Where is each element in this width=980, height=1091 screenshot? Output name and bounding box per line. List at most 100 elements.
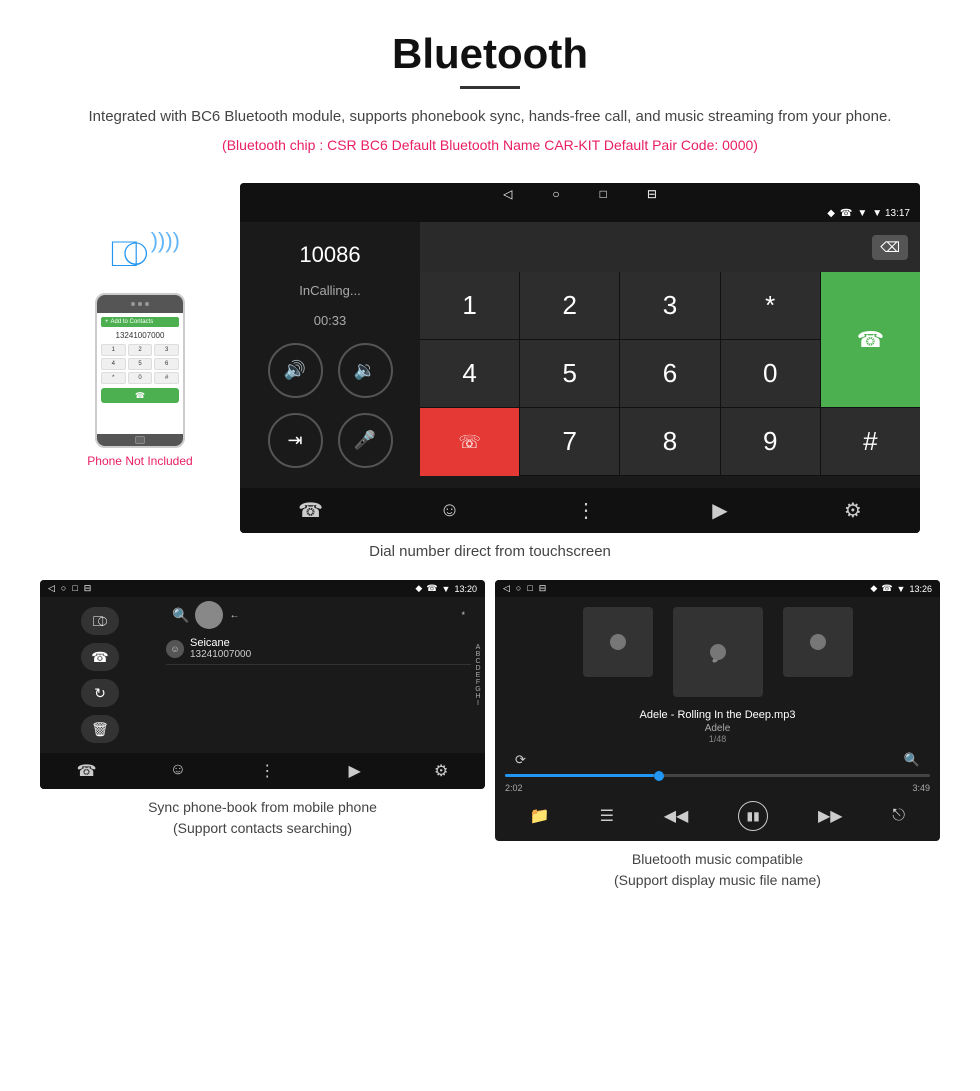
pb-toolbar-dialpad[interactable]: ⋮ (259, 761, 275, 781)
music-play-button[interactable]: ▮▮ (738, 801, 768, 831)
mu-wifi-icon: ▼ (897, 584, 906, 594)
pb-sync-row: ↻ (48, 679, 152, 707)
pb-contact-item: ☺ Seicane 13241007000 (166, 633, 471, 665)
pb-alpha-h[interactable]: H (471, 693, 485, 700)
music-artist: Adele (505, 723, 930, 734)
pb-search-icon[interactable]: 🔍 (172, 607, 189, 624)
pb-sync-icon[interactable]: ↻ (81, 679, 119, 707)
pb-caption-line1: Sync phone-book from mobile phone (148, 799, 377, 815)
phone-keypad: 1 2 3 4 5 6 * 0 # (101, 344, 179, 384)
music-android-screen: ◁ ○ □ ⊟ ◆ ☎ ▼ 13:26 ♪ (495, 580, 940, 841)
pb-alpha-d[interactable]: D (471, 665, 485, 672)
music-status-bar: ◁ ○ □ ⊟ ◆ ☎ ▼ 13:26 (495, 580, 940, 597)
keypad-hash[interactable]: # (821, 408, 920, 475)
recents-nav-icon[interactable]: □ (600, 187, 607, 201)
pb-alpha-g[interactable]: G (471, 686, 485, 693)
phone-dot (138, 302, 142, 306)
keypad-8[interactable]: 8 (620, 408, 719, 475)
mu-location-icon: ◆ (870, 583, 877, 594)
music-progress-bar[interactable] (505, 774, 930, 777)
phone-key-6[interactable]: 6 (154, 358, 179, 370)
keypad-7[interactable]: 7 (520, 408, 619, 475)
settings-toolbar-icon[interactable]: ⚙ (844, 498, 862, 523)
mu-caption-line1: Bluetooth music compatible (632, 851, 803, 867)
keypad-6[interactable]: 6 (620, 340, 719, 407)
phone-home-button[interactable] (135, 436, 145, 444)
pb-call-icon[interactable]: ☎ (81, 643, 119, 671)
transfer-button[interactable]: ⇥ (268, 413, 323, 468)
pb-toolbar-calls[interactable]: ☎ (77, 761, 97, 781)
phone-call-button[interactable]: ☎ (101, 388, 179, 403)
volume-down-button[interactable]: 🔉 (338, 343, 393, 398)
pb-alpha-c[interactable]: C (471, 658, 485, 665)
mute-button[interactable]: 🎤 (338, 413, 393, 468)
music-shuffle-icon[interactable]: ⟳ (515, 752, 526, 768)
call-end-button[interactable]: ☏ (420, 408, 519, 476)
keypad-5[interactable]: 5 (520, 340, 619, 407)
pb-back-icon: ◁ (48, 583, 55, 594)
phone-not-included-label: Phone Not Included (87, 454, 192, 468)
bluetooth-waves-icon: )))) (151, 228, 180, 254)
pb-alpha-a[interactable]: A (471, 644, 485, 651)
pb-alpha-f[interactable]: F (471, 679, 485, 686)
keypad-3[interactable]: 3 (620, 272, 719, 339)
phonebook-android-screen: ◁ ○ □ ⊟ ◆ ☎ ▼ 13:20 ⎄ (40, 580, 485, 789)
pb-alpha-e[interactable]: E (471, 672, 485, 679)
dial-controls-row: 🔊 🔉 (268, 343, 393, 398)
phone-key-star[interactable]: * (101, 372, 126, 384)
keypad-2[interactable]: 2 (520, 272, 619, 339)
dial-controls-row-2: ⇥ 🎤 (268, 413, 393, 468)
pb-toolbar-contacts[interactable]: ☺ (170, 761, 186, 781)
phone-key-1[interactable]: 1 (101, 344, 126, 356)
dial-backspace-button[interactable]: ⌫ (872, 235, 908, 260)
pb-toolbar-settings[interactable]: ⚙ (434, 761, 448, 781)
pb-alpha-b[interactable]: B (471, 651, 485, 658)
phone-bottom-bar (97, 434, 183, 446)
music-folder-icon[interactable]: 📁 (530, 806, 550, 826)
keypad-star[interactable]: * (721, 272, 820, 339)
dial-content: 10086 InCalling... 00:33 🔊 🔉 ⇥ 🎤 ⌫ (240, 222, 920, 488)
pb-call-row: ☎ (48, 643, 152, 671)
pb-bluetooth-row: ⎄ (48, 607, 152, 635)
dialpad-toolbar-icon[interactable]: ⋮ (576, 498, 596, 523)
keypad-grid: 1 2 3 * ☎ 4 5 6 0 ☏ 7 8 9 # (420, 272, 920, 476)
pb-top-row: 🔍 ← * (166, 597, 471, 633)
menu-nav-icon[interactable]: ⊟ (647, 187, 657, 201)
pb-alpha-i[interactable]: I (471, 700, 485, 707)
phone-key-4[interactable]: 4 (101, 358, 126, 370)
keypad-1[interactable]: 1 (420, 272, 519, 339)
pb-toolbar-sms[interactable]: ▶ (348, 761, 360, 781)
phone-key-2[interactable]: 2 (128, 344, 153, 356)
sms-toolbar-icon[interactable]: ▶ (712, 498, 727, 523)
keypad-0[interactable]: 0 (721, 340, 820, 407)
phone-key-3[interactable]: 3 (154, 344, 179, 356)
music-controls-row: 📁 ☰ ◀◀ ▮▮ ▶▶ ⎋ (505, 801, 930, 831)
music-prev-icon[interactable]: ◀◀ (664, 806, 689, 826)
contacts-toolbar-icon[interactable]: ☺ (439, 499, 459, 522)
call-answer-button[interactable]: ☎ (821, 272, 920, 407)
pb-phone-icon: ☎ (426, 583, 437, 594)
pb-bluetooth-icon[interactable]: ⎄ (81, 607, 119, 635)
pb-delete-icon[interactable]: 🗑 (81, 715, 119, 743)
pb-location-icon: ◆ (415, 583, 422, 594)
music-content: ♪ ♪ ♪ Adele - Rolling In the Deep.mp3 Ad… (495, 597, 940, 841)
contact-list-area: 🔍 ← * ☺ Seicane 13241007000 (160, 597, 485, 753)
phone-key-5[interactable]: 5 (128, 358, 153, 370)
main-android-screen: ◁ ○ □ ⊟ ◆ ☎ ▼ ▼ 13:17 10086 InCalling...… (240, 183, 920, 533)
volume-up-button[interactable]: 🔊 (268, 343, 323, 398)
phone-key-hash[interactable]: # (154, 372, 179, 384)
music-track-info: 1/48 (505, 734, 930, 744)
mu-menu-icon: ⊟ (539, 583, 547, 594)
keypad-4[interactable]: 4 (420, 340, 519, 407)
back-nav-icon[interactable]: ◁ (503, 187, 512, 201)
home-nav-icon[interactable]: ○ (552, 187, 559, 201)
music-list-icon[interactable]: ☰ (600, 806, 614, 826)
music-next-icon[interactable]: ▶▶ (818, 806, 843, 826)
calls-toolbar-icon[interactable]: ☎ (298, 498, 323, 523)
pb-grey-circle (195, 601, 223, 629)
music-eq-icon[interactable]: ⎋ (892, 807, 905, 825)
phone-key-0[interactable]: 0 (128, 372, 153, 384)
music-screen-item: ◁ ○ □ ⊟ ◆ ☎ ▼ 13:26 ♪ (495, 580, 940, 891)
music-search-icon[interactable]: 🔍 (904, 752, 920, 768)
keypad-9[interactable]: 9 (721, 408, 820, 475)
